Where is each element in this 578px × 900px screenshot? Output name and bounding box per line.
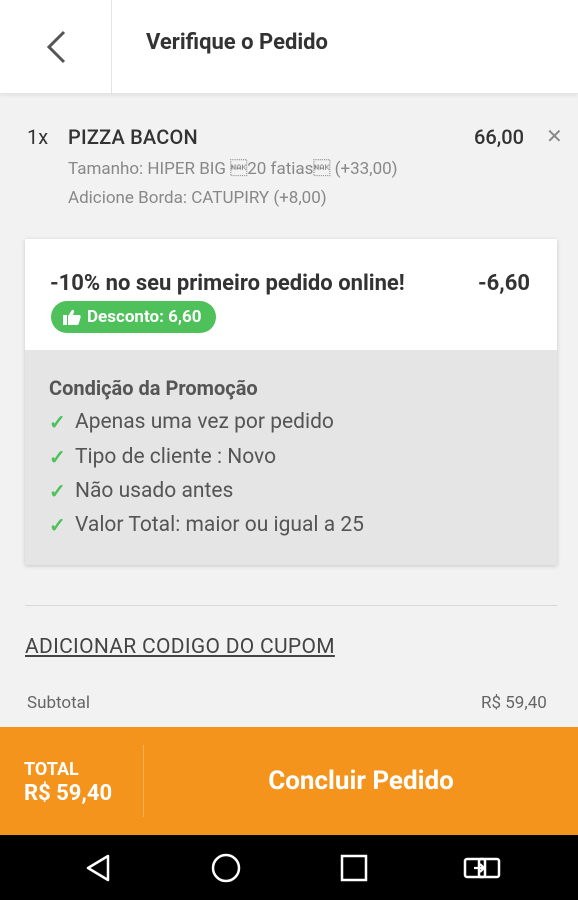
subtotal-label: Subtotal xyxy=(27,693,91,713)
check-icon: ✓ xyxy=(49,513,66,537)
condition-item: ✓ Não usado antes xyxy=(49,479,233,503)
chevron-left-icon xyxy=(46,30,65,64)
order-item: 1x PIZZA BACON 66,00 ✕ Tamanho: HIPER BI… xyxy=(0,95,578,215)
checkout-button[interactable]: Concluir Pedido xyxy=(144,727,578,835)
condition-item: ✓ Apenas uma vez por pedido xyxy=(49,410,334,434)
divider xyxy=(25,605,557,606)
home-circle-icon xyxy=(211,853,241,882)
condition-text: Valor Total: maior ou igual a 25 xyxy=(75,513,364,537)
condition-text: Tipo de cliente : Novo xyxy=(75,445,277,469)
promotion-card: -10% no seu primeiro pedido online! -6,6… xyxy=(25,239,557,565)
item-quantity: 1x xyxy=(27,125,49,149)
back-triangle-icon xyxy=(86,854,110,881)
app-header: Verifique o Pedido xyxy=(0,0,578,94)
back-button[interactable] xyxy=(0,0,112,94)
check-icon: ✓ xyxy=(49,479,66,503)
condition-item: ✓ Tipo de cliente : Novo xyxy=(49,445,276,469)
close-icon[interactable]: ✕ xyxy=(546,124,563,148)
condition-text: Apenas uma vez por pedido xyxy=(75,410,334,434)
item-option-size: Tamanho: HIPER BIG 20 fatias (+33,00) xyxy=(68,159,398,179)
page-title: Verifique o Pedido xyxy=(146,30,328,55)
thumbs-up-icon xyxy=(63,309,81,325)
item-price: 66,00 xyxy=(474,125,524,149)
add-coupon-link[interactable]: ADICIONAR CODIGO DO CUPOM xyxy=(25,635,335,659)
nav-recents-button[interactable] xyxy=(314,835,394,900)
order-review: 1x PIZZA BACON 66,00 ✕ Tamanho: HIPER BI… xyxy=(0,95,578,727)
subtotal-value: R$ 59,40 xyxy=(481,693,547,713)
promotion-amount: -6,60 xyxy=(478,271,530,296)
check-icon: ✓ xyxy=(49,445,66,469)
system-navigation-bar xyxy=(0,835,578,900)
item-option-crust: Adicione Borda: CATUPIRY (+8,00) xyxy=(68,188,327,208)
discount-badge: Desconto: 6,60 xyxy=(51,301,216,333)
nav-back-button[interactable] xyxy=(58,835,138,900)
promotion-title: -10% no seu primeiro pedido online! xyxy=(50,271,405,296)
item-name: PIZZA BACON xyxy=(68,125,198,149)
total-label: TOTAL xyxy=(24,759,79,780)
checkout-footer: TOTAL R$ 59,40 Concluir Pedido xyxy=(0,727,578,835)
check-icon: ✓ xyxy=(49,410,66,434)
total-value: R$ 59,40 xyxy=(24,781,113,806)
discount-badge-label: Desconto: 6,60 xyxy=(87,307,202,327)
recents-square-icon xyxy=(340,854,368,881)
rotate-screen-icon xyxy=(463,857,501,878)
conditions-title: Condição da Promoção xyxy=(49,376,258,400)
nav-home-button[interactable] xyxy=(186,835,266,900)
condition-item: ✓ Valor Total: maior ou igual a 25 xyxy=(49,513,364,537)
promotion-conditions: Condição da Promoção ✓ Apenas uma vez po… xyxy=(25,350,557,565)
condition-text: Não usado antes xyxy=(75,479,234,503)
nav-rotate-button[interactable] xyxy=(442,835,522,900)
